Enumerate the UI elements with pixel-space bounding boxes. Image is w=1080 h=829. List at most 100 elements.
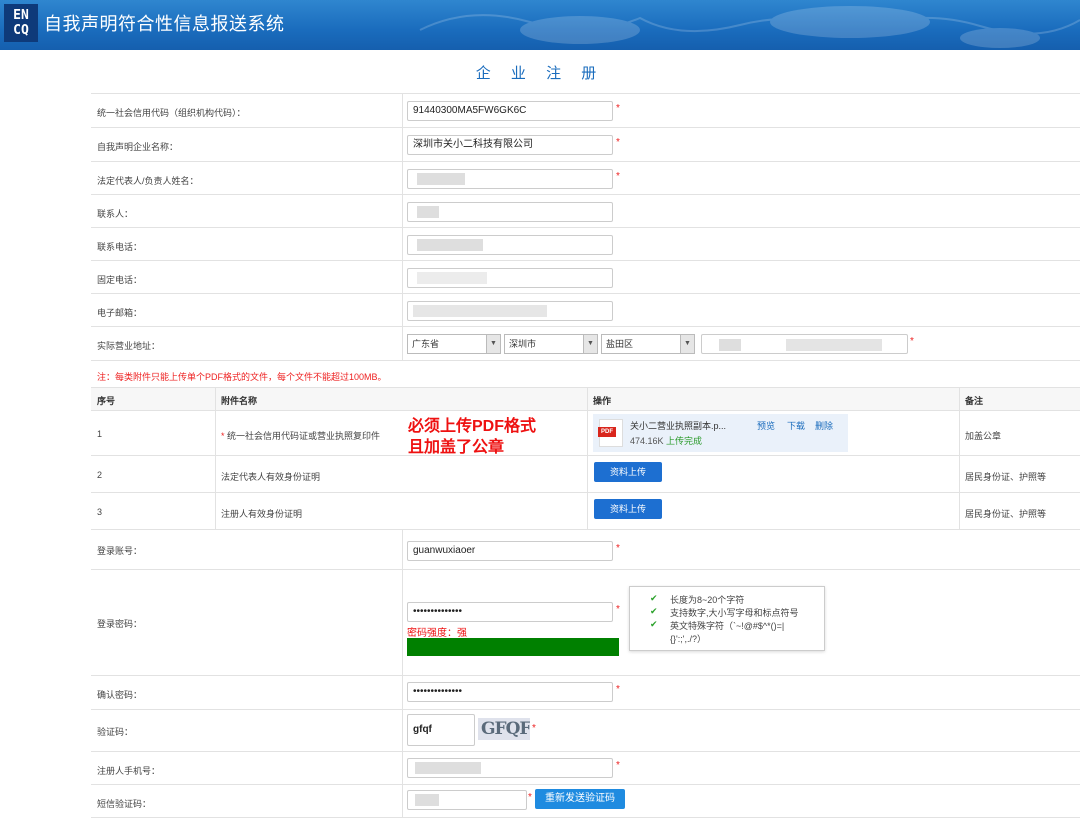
col-name: 附件名称 [221,396,258,406]
remark: 居民身份证、护照等 [965,472,1047,482]
download-link[interactable]: 下载 [787,419,805,432]
check-icon: ✔ [650,619,658,629]
attachment-note: 注：每类附件只能上传单个PDF格式的文件，每个文件不能超过100MB。 [97,372,387,382]
upload-button[interactable]: 资料上传 [594,462,662,482]
resend-sms-button[interactable]: 重新发送验证码 [535,789,625,809]
row-legal-rep: 法定代表人/负责人姓名： * [91,162,1080,195]
redacted-text [719,339,741,351]
contact-label: 联系人： [97,209,134,219]
row-no: 3 [97,507,103,517]
row-login-account: 登录账号： guanwuxiaoer * [91,530,1080,570]
row-no: 2 [97,470,103,480]
row-no: 1 [97,429,103,439]
login-account-label: 登录账号： [97,546,143,556]
credit-code-label: 统一社会信用代码（组织机构代码）： [97,108,246,118]
required-mark: * [910,336,914,347]
district-select[interactable]: 盐田区 ▼ [601,334,695,354]
attachment-name: * 统一社会信用代码证或营业执照复印件 [221,431,381,441]
login-password-label: 登录密码： [97,619,143,629]
required-mark: * [616,760,620,771]
contact-phone-label: 联系电话： [97,242,143,252]
credit-code-input[interactable]: 91440300MA5FW6GK6C [407,101,613,121]
legal-rep-label: 法定代表人/负责人姓名： [97,176,199,186]
world-map-decoration [419,6,1080,48]
redacted-text [786,339,882,351]
app-header: EN CQ 自我声明符合性信息报送系统 [0,0,1080,50]
chevron-down-icon: ▼ [583,335,597,353]
annotation-text: 必须上传PDF格式 且加盖了公章 [408,418,537,456]
preview-link[interactable]: 预览 [757,419,775,432]
attachment-name: 注册人有效身份证明 [221,509,303,519]
app-logo: EN CQ [4,4,38,42]
mobile-label: 注册人手机号： [97,766,161,776]
row-email: 电子邮箱： [91,294,1080,327]
landline-label: 固定电话： [97,275,143,285]
confirm-password-label: 确认密码： [97,690,143,700]
row-mobile: 注册人手机号： * [91,752,1080,785]
table-row: 3 注册人有效身份证明 资料上传 居民身份证、护照等 [91,493,1080,530]
redacted-text [417,272,487,284]
address-label: 实际营业地址： [97,341,161,351]
redacted-text [415,794,439,806]
remark: 加盖公章 [965,431,1002,441]
required-mark: * [616,684,620,695]
required-mark: * [616,171,620,182]
redacted-text [417,239,483,251]
password-strength-label: 密码强度：强 [407,628,467,639]
col-remark: 备注 [965,396,984,406]
row-contact: 联系人： [91,195,1080,228]
table-row: 2 法定代表人有效身份证明 资料上传 居民身份证、护照等 [91,456,1080,493]
required-mark: * [616,103,620,114]
province-select[interactable]: 广东省 ▼ [407,334,501,354]
email-label: 电子邮箱： [97,308,143,318]
login-account-input[interactable]: guanwuxiaoer [407,541,613,561]
row-company-name: 自我声明企业名称： 深圳市关小二科技有限公司 * [91,128,1080,162]
redacted-text [417,206,439,218]
attachments-header: 序号 附件名称 操作 备注 [91,388,1080,411]
row-login-password: 登录密码： •••••••••••••• * 密码强度：强 ✔ 长度为8~20个… [91,570,1080,676]
row-captcha: 验证码： gfqf GFQF * [91,710,1080,752]
redacted-text [417,173,465,185]
captcha-input[interactable]: gfqf [407,714,475,746]
required-mark: * [532,723,536,734]
chevron-down-icon: ▼ [680,335,694,353]
upload-button[interactable]: 资料上传 [594,499,662,519]
table-row: 1 * 统一社会信用代码证或营业执照复印件 PDF 关小二营业执照副本.p...… [91,411,1080,456]
app-title: 自我声明符合性信息报送系统 [44,14,285,34]
attachment-name: 法定代表人有效身份证明 [221,472,321,482]
uploaded-file: PDF 关小二营业执照副本.p... 预览 下载 删除 474.16K 上传完成 [593,414,848,452]
sms-code-label: 短信验证码： [97,799,152,809]
required-mark: * [616,137,620,148]
password-hints-tooltip: ✔ 长度为8~20个字符 ✔ 支持数字,大小写字母和标点符号 ✔ 英文特殊字符（… [629,586,825,651]
row-credit-code: 统一社会信用代码（组织机构代码）： 91440300MA5FW6GK6C * [91,94,1080,128]
row-landline: 固定电话： [91,261,1080,294]
check-icon: ✔ [650,606,658,616]
row-contact-phone: 联系电话： [91,228,1080,261]
company-name-label: 自我声明企业名称： [97,142,179,152]
file-name: 关小二营业执照副本.p... [630,421,727,431]
captcha-image[interactable]: GFQF [478,718,530,740]
company-name-input[interactable]: 深圳市关小二科技有限公司 [407,135,613,155]
pdf-file-icon: PDF [598,419,623,447]
col-action: 操作 [593,396,612,406]
row-confirm-password: 确认密码： •••••••••••••• * [91,676,1080,710]
confirm-password-input[interactable]: •••••••••••••• [407,682,613,702]
row-sms-code: 短信验证码： * 重新发送验证码 [91,785,1080,818]
col-no: 序号 [97,396,116,406]
remark: 居民身份证、护照等 [965,509,1047,519]
file-size: 474.16K 上传完成 [630,436,703,446]
required-mark: * [528,792,532,803]
city-select[interactable]: 深圳市 ▼ [504,334,598,354]
required-mark: * [616,543,620,554]
row-address: 实际营业地址： 广东省 ▼ 深圳市 ▼ 盐田区 ▼ * [91,327,1080,361]
delete-link[interactable]: 删除 [815,419,833,432]
page-title: 企 业 注 册 [475,65,605,82]
login-password-input[interactable]: •••••••••••••• [407,602,613,622]
row-attachment-note: 注：每类附件只能上传单个PDF格式的文件，每个文件不能超过100MB。 [91,361,1080,388]
password-strength-bar [407,638,619,656]
redacted-text [413,305,547,317]
registration-form: 统一社会信用代码（组织机构代码）： 91440300MA5FW6GK6C * 自… [91,93,1080,818]
check-icon: ✔ [650,593,658,603]
captcha-label: 验证码： [97,727,134,737]
chevron-down-icon: ▼ [486,335,500,353]
